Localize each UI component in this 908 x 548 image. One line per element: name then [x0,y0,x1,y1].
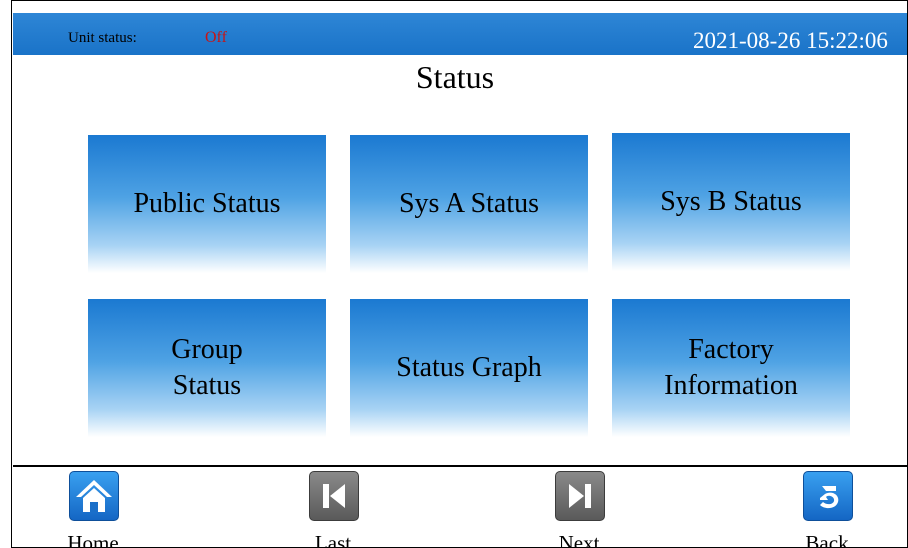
group-status-button[interactable]: Group Status [88,299,326,437]
status-graph-button[interactable]: Status Graph [350,299,588,437]
tile-label: Status Graph [396,352,542,383]
tile-label: Sys A Status [398,188,540,219]
back-label: Back [805,531,849,548]
tile-label-line1: Group [171,334,243,365]
factory-information-button[interactable]: Factory Information [612,299,850,437]
next-label: Next [558,531,600,548]
tile-label: Public Status [133,188,281,219]
sys-a-status-button[interactable]: Sys A Status [350,135,588,273]
datetime-display: 2021-08-26 15:22:06 [693,28,888,53]
screen-bezel [0,0,12,548]
home-label: Home [67,531,119,548]
unit-status-label: Unit status: [68,30,137,46]
unit-status-value: Off [205,29,227,46]
tile-label-line1: Factory [688,334,774,365]
hmi-screen: Unit status: Off 2021-08-26 15:22:06 Sta… [0,0,908,548]
home-button[interactable]: Home [63,471,123,547]
page-title: Status [415,59,495,95]
sys-b-status-button[interactable]: Sys B Status [612,133,850,271]
home-icon [69,471,119,521]
tile-label-line2: Status [172,370,242,401]
footer-divider [13,465,907,467]
last-label: Last [314,531,352,548]
back-arrow-icon [803,471,853,521]
status-bar: Unit status: Off 2021-08-26 15:22:06 [13,13,907,55]
next-button[interactable]: Next [549,471,609,547]
first-page-icon [309,471,359,521]
tile-label-line2: Information [664,370,798,401]
public-status-button[interactable]: Public Status [88,135,326,273]
last-button[interactable]: Last [303,471,363,547]
back-button[interactable]: Back [797,471,857,547]
tile-label: Sys B Status [660,186,802,217]
last-page-icon [555,471,605,521]
